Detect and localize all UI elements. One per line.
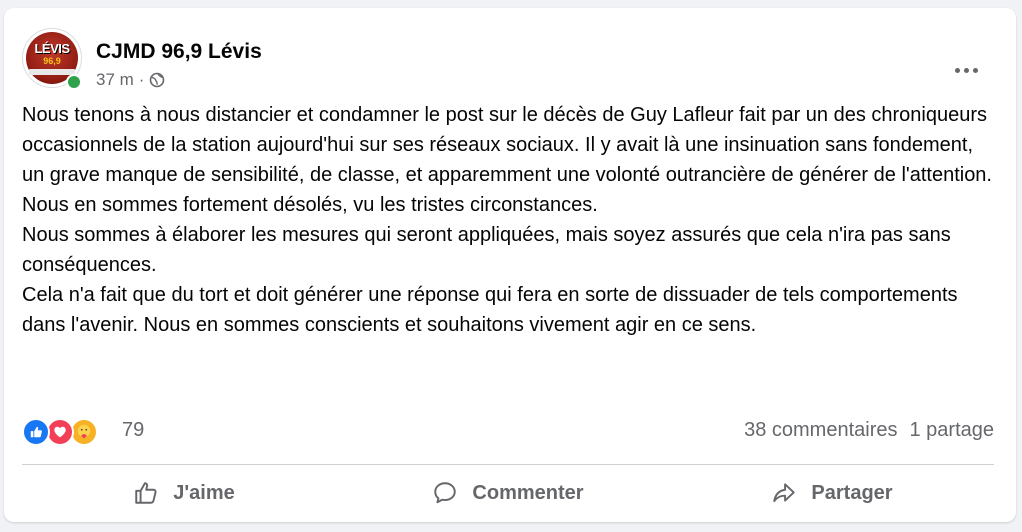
post-header: LÉVIS 96,9 CJMD 96,9 Lévis 37 m · [22,26,998,92]
online-status-dot [66,74,82,90]
shares-count-link[interactable]: 1 partage [909,419,994,442]
post-paragraph: Nous tenons à nous distancier et condamn… [22,104,992,186]
engagement-stats: 38 commentaires 1 partage [744,419,994,442]
logo-text: LÉVIS [34,41,70,56]
thumbs-up-icon [135,482,157,504]
share-button[interactable]: Partager [670,470,994,516]
actions-divider [22,464,994,465]
love-reaction-icon [46,418,74,446]
comment-bubble-icon [434,482,457,504]
share-button-label: Partager [811,481,893,504]
share-arrow-icon [773,483,796,503]
page-name[interactable]: CJMD 96,9 Lévis [96,40,262,64]
post-body: Nous tenons à nous distancier et condamn… [22,100,997,340]
comment-button-label: Commenter [472,481,584,504]
comment-button[interactable]: Commenter [346,470,670,516]
more-dot-icon [972,67,978,73]
like-button-label: J'aime [173,481,235,504]
post-meta: 37 m · [96,70,165,90]
logo-tagline-bar [29,69,75,75]
like-reaction-icon [22,418,50,446]
post-time[interactable]: 37 m [96,70,134,90]
post-paragraph: Nous en sommes fortement désolés, vu les… [22,194,598,216]
reactions-summary: 79 38 commentaires 1 partage [22,416,994,446]
post-paragraph: Cela n'a fait que du tort et doit génére… [22,284,958,336]
meta-separator: · [138,70,145,89]
more-options-button[interactable] [948,52,984,88]
post-actions-bar: J'aime Commenter Partager [22,470,994,516]
care-reaction-icon [70,418,98,446]
post-paragraph: Nous sommes à élaborer les mesures qui s… [22,224,951,276]
globe-icon[interactable] [149,72,165,88]
logo-frequency: 96,9 [43,56,61,66]
reaction-count[interactable]: 79 [122,419,144,442]
comments-count-link[interactable]: 38 commentaires [744,419,897,442]
like-button[interactable]: J'aime [22,470,346,516]
more-dot-icon [954,67,960,73]
more-dot-icon [963,67,969,73]
post-card: LÉVIS 96,9 CJMD 96,9 Lévis 37 m · Nous t… [4,8,1016,522]
